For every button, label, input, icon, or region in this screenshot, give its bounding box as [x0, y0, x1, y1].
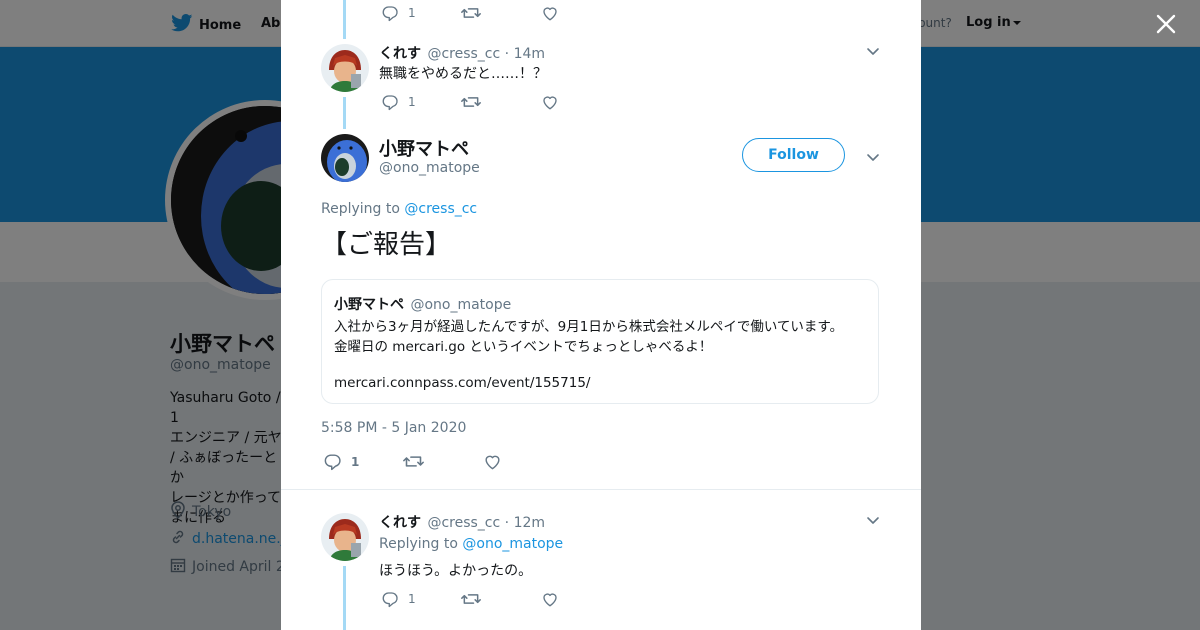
replying-to: Replying to @ono_matope	[379, 536, 563, 552]
replying-to-link[interactable]: @cress_cc	[404, 201, 477, 217]
author-handle[interactable]: @cress_cc	[427, 46, 500, 62]
quote-author-handle: @ono_matope	[410, 297, 512, 313]
avatar[interactable]	[321, 134, 369, 182]
dot-separator: ·	[504, 515, 510, 531]
retweet-icon	[461, 590, 481, 608]
reply-button[interactable]: 1	[381, 590, 461, 608]
replying-prefix: Replying to	[321, 201, 400, 217]
author-name[interactable]: くれす	[379, 46, 421, 62]
heart-icon	[541, 590, 559, 608]
tweet-header: くれす @cress_cc · 12m	[379, 512, 545, 532]
author-handle[interactable]: @cress_cc	[427, 515, 500, 531]
tweet-text: 【ご報告】	[321, 230, 452, 260]
tweet-actions: 1	[381, 4, 559, 22]
quote-author-name: 小野マトペ	[334, 297, 404, 313]
avatar[interactable]	[321, 44, 369, 92]
tweet-text: ほうほう。よかったの。	[379, 563, 533, 579]
thread-connector	[343, 97, 346, 129]
retweet-button[interactable]	[403, 452, 483, 471]
reply-count: 1	[408, 592, 416, 606]
quote-text-line: 金曜日の mercari.go というイベントでちょっとしゃべるよ！	[334, 339, 713, 355]
heart-icon	[483, 452, 502, 471]
author-name[interactable]: 小野マトペ	[379, 135, 469, 161]
reply-button[interactable]: 1	[381, 4, 461, 22]
replying-to-link[interactable]: @ono_matope	[462, 536, 563, 552]
retweet-icon	[461, 4, 481, 22]
thread-connector	[343, 0, 346, 39]
chevron-down-icon[interactable]	[865, 512, 881, 528]
tweet-text: 無職をやめるだと……！？	[379, 66, 547, 82]
tweet-modal: 1 くれす @cress_cc · 14m 無職をやめるだと……！？ 1 小野マ…	[281, 0, 921, 630]
reply-count: 1	[351, 454, 360, 469]
reply-icon	[381, 590, 399, 608]
like-button[interactable]	[541, 4, 559, 22]
reply-button[interactable]: 1	[381, 93, 461, 111]
tweet-actions: 1	[323, 452, 502, 471]
reply-count: 1	[408, 6, 416, 20]
close-icon[interactable]	[1154, 12, 1178, 36]
quote-text-line: 入社から3ヶ月が経過したんですが、9月1日から株式会社メルペイで働いています。	[334, 319, 844, 335]
quote-header: 小野マトペ @ono_matope	[334, 294, 511, 314]
like-button[interactable]	[483, 452, 502, 471]
retweet-button[interactable]	[461, 93, 541, 111]
author-handle[interactable]: @ono_matope	[379, 160, 480, 176]
tweet-header: くれす @cress_cc · 14m	[379, 43, 545, 63]
heart-icon	[541, 4, 559, 22]
quote-link-text: mercari.connpass.com/event/155715/	[334, 375, 591, 391]
avatar[interactable]	[321, 513, 369, 561]
tweet-actions: 1	[381, 590, 559, 608]
thread-connector	[343, 566, 346, 630]
replying-to: Replying to @cress_cc	[321, 201, 477, 217]
tweet-actions: 1	[381, 93, 559, 111]
reply-icon	[323, 452, 342, 471]
retweet-icon	[403, 452, 424, 471]
quoted-tweet[interactable]: 小野マトペ @ono_matope 入社から3ヶ月が経過したんですが、9月1日か…	[321, 279, 879, 404]
reply-icon	[381, 4, 399, 22]
follow-button[interactable]: Follow	[742, 138, 845, 172]
reply-icon	[381, 93, 399, 111]
reply-button[interactable]: 1	[323, 452, 403, 471]
tweet-time[interactable]: 12m	[514, 515, 545, 531]
replying-prefix: Replying to	[379, 536, 458, 552]
chevron-down-icon[interactable]	[865, 43, 881, 59]
like-button[interactable]	[541, 590, 559, 608]
divider	[281, 489, 921, 490]
tweet-timestamp[interactable]: 5:58 PM - 5 Jan 2020	[321, 420, 466, 436]
author-name[interactable]: くれす	[379, 515, 421, 531]
tweet-time[interactable]: 14m	[514, 46, 545, 62]
reply-count: 1	[408, 95, 416, 109]
retweet-icon	[461, 93, 481, 111]
heart-icon	[541, 93, 559, 111]
dot-separator: ·	[504, 46, 510, 62]
like-button[interactable]	[541, 93, 559, 111]
chevron-down-icon[interactable]	[865, 149, 881, 165]
retweet-button[interactable]	[461, 4, 541, 22]
retweet-button[interactable]	[461, 590, 541, 608]
